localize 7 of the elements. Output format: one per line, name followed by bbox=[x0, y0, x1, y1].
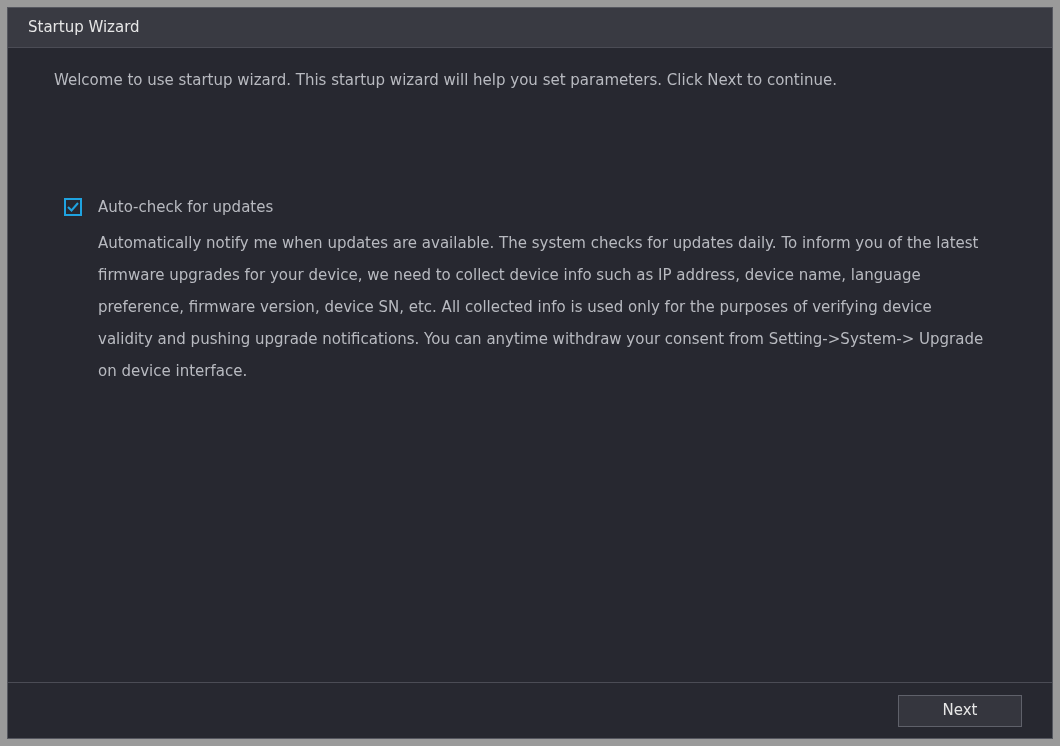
window-title: Startup Wizard bbox=[28, 17, 140, 39]
checkbox[interactable] bbox=[64, 198, 82, 217]
checkbox-label: Auto-check for updates bbox=[98, 197, 274, 218]
next-button[interactable]: Next bbox=[898, 694, 1022, 727]
description-text: Automatically notify me when updates are available. The system checks for updates daily. To inform you of the latest firmware upgrades for your device, we need to collect device info such as IP address, device name, language preference, firmware version, device SN, etc. All collected info is used only for the purposes of verifying device validity and pushing upgrade notifications. You can anytime withdraw your consent from Setting->System-> Upgrade on device interface. bbox=[97, 232, 985, 382]
intro-text: Welcome to use startup wizard. This startup wizard will help you set parameters. Click Next to continue. bbox=[54, 70, 838, 91]
check-icon bbox=[67, 202, 79, 213]
